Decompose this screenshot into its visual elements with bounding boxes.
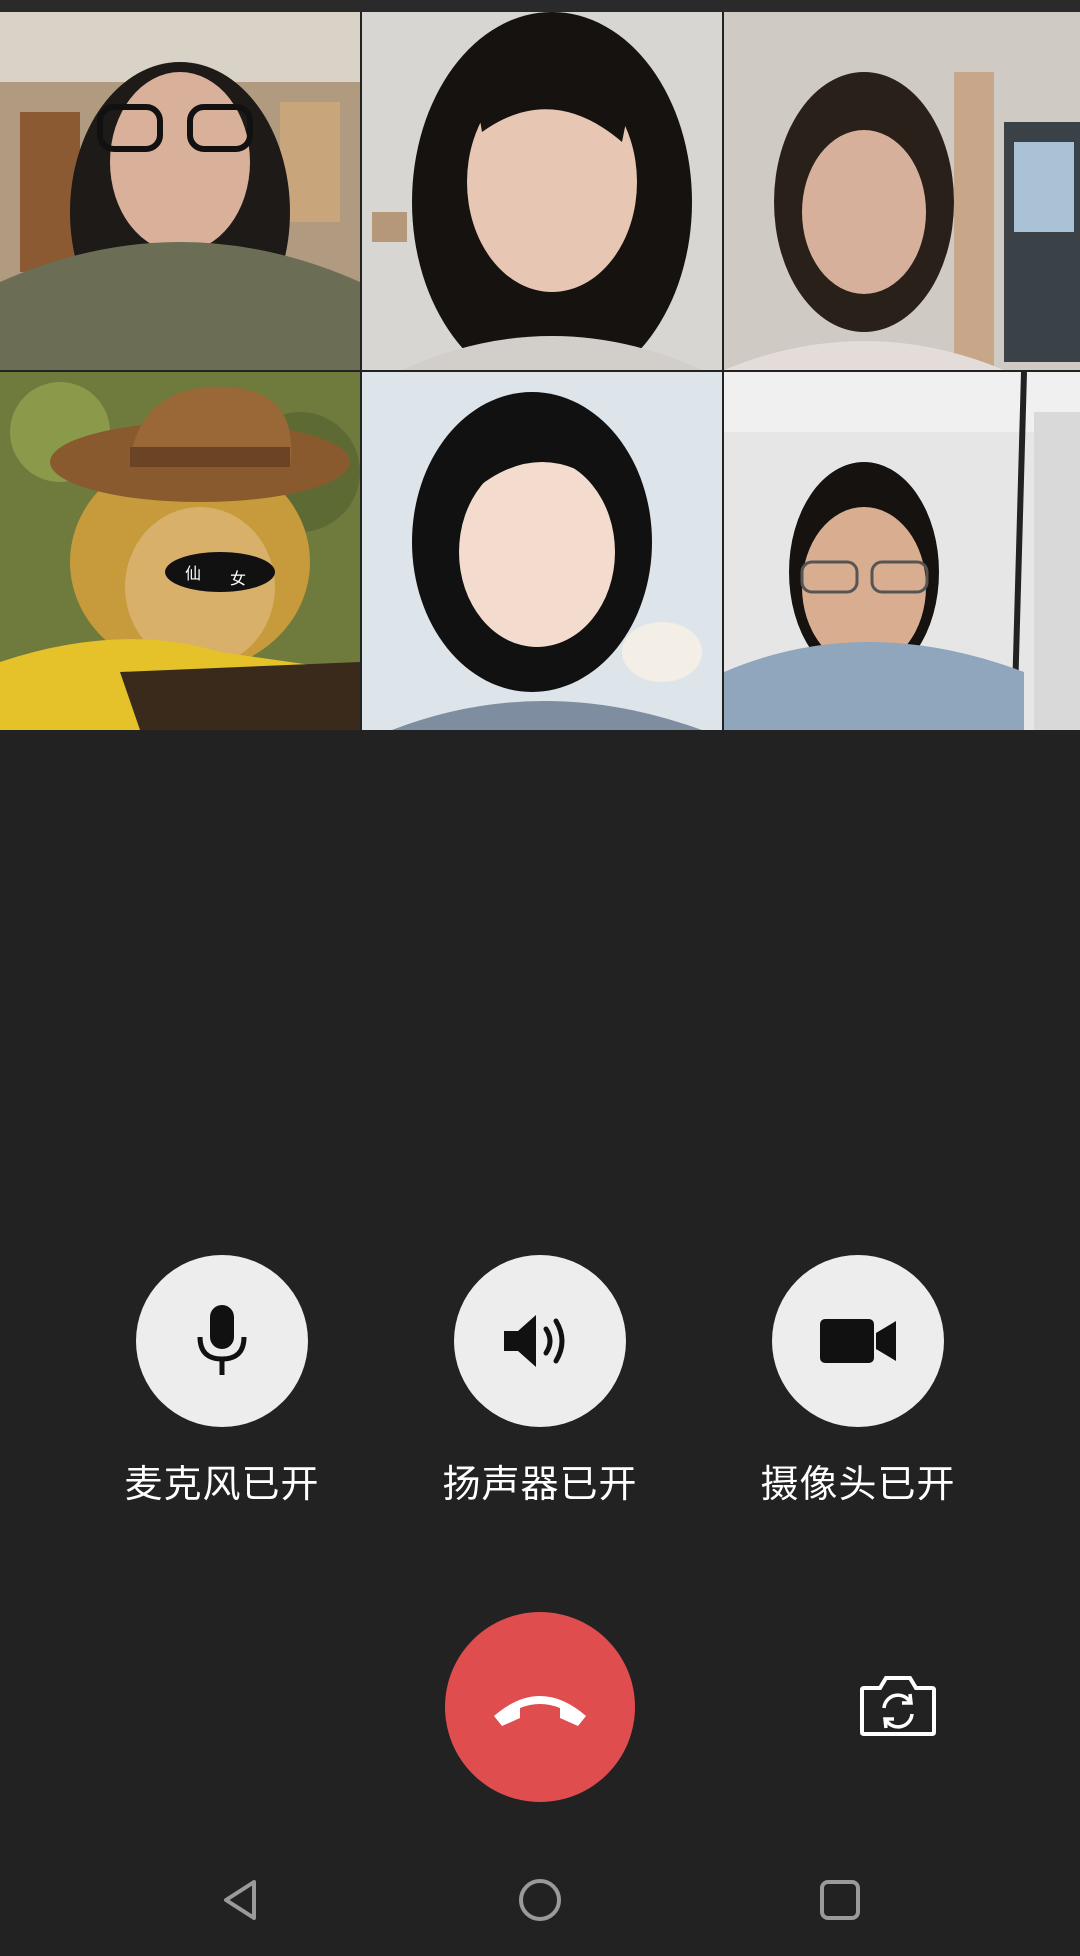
home-icon [519, 1879, 561, 1921]
mic-label: 麦克风已开 [124, 1462, 320, 1506]
mic-button[interactable] [136, 1255, 308, 1427]
mic-control[interactable]: 麦克风已开 [102, 1255, 342, 1508]
video-tile-4[interactable]: 仙 女 [0, 372, 360, 730]
sticker-text-1: 仙 [185, 564, 201, 583]
recents-icon [820, 1880, 860, 1920]
switch-camera-icon [860, 1676, 936, 1736]
speaker-control[interactable]: 扬声器已开 [420, 1255, 660, 1508]
video-tile-6[interactable] [724, 372, 1080, 730]
hang-up-icon [494, 1696, 586, 1726]
hang-up-button[interactable] [445, 1612, 635, 1802]
video-camera-icon [820, 1319, 896, 1363]
navigation-bar [0, 1860, 1080, 1956]
video-tile-3[interactable] [724, 12, 1080, 370]
sticker-text-2: 女 [230, 569, 246, 588]
nav-back-button[interactable] [210, 1870, 270, 1930]
status-bar [0, 0, 1080, 12]
video-tile-2[interactable] [362, 12, 722, 370]
video-tile-5[interactable] [362, 372, 722, 730]
speaker-label: 扬声器已开 [442, 1462, 638, 1506]
video-tile-1[interactable] [0, 12, 360, 370]
switch-camera-button[interactable] [858, 1672, 938, 1740]
video-grid: 仙 女 [0, 12, 1080, 732]
microphone-icon [197, 1305, 247, 1375]
speaker-button[interactable] [454, 1255, 626, 1427]
camera-control[interactable]: 摄像头已开 [738, 1255, 978, 1508]
back-icon [224, 1880, 256, 1920]
camera-button[interactable] [772, 1255, 944, 1427]
camera-label: 摄像头已开 [760, 1462, 956, 1506]
speaker-icon [504, 1315, 565, 1367]
nav-home-button[interactable] [510, 1870, 570, 1930]
nav-recents-button[interactable] [810, 1870, 870, 1930]
